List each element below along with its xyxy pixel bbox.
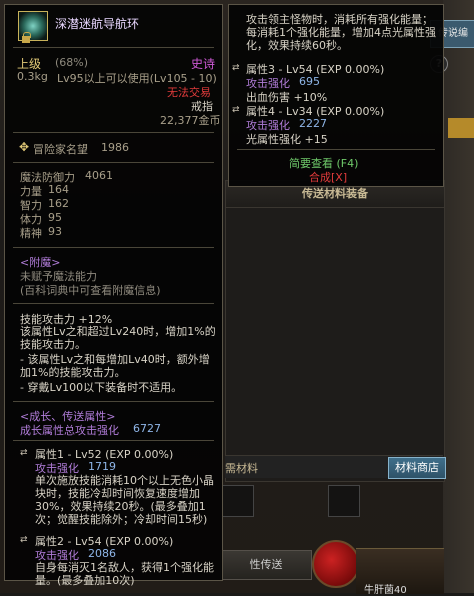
divider [13, 47, 214, 48]
divider [13, 303, 214, 304]
divider [13, 247, 214, 248]
skill-desc-extra: - 该属性Lv之和每增加Lv40时，额外增加1%的技能攻击力。 [20, 353, 210, 379]
transfer-arrow-icon: ⇄ [20, 535, 28, 545]
medal-icon: ✥ [19, 140, 30, 154]
item-name: 深潜迷航导航环 [55, 17, 140, 31]
attr4-atk-value: 2227 [299, 117, 327, 130]
weight: 0.3kg [17, 70, 48, 83]
stat-value: 93 [48, 225, 62, 238]
hp-orb [312, 540, 360, 588]
stat-value: 162 [48, 197, 69, 210]
attr1-desc: 单次施放技能消耗10个以上无色小晶块时，技能冷却时间恢复速度增加30%，效果持续… [35, 474, 214, 526]
item-tooltip-continued: 攻击领主怪物时，消耗所有强化能量；每消耗1个强化能量，增加4点光属性强化，效果持… [228, 4, 444, 187]
enchant-hint: (百科词典中可查看附魔信息) [20, 284, 161, 297]
item-price: 22,377金币 [160, 114, 221, 127]
reputation-label: 冒险家名望 [33, 143, 88, 156]
material-slot[interactable] [328, 485, 360, 517]
grade-pct: (68%) [55, 56, 89, 69]
attr2-desc: 自身每消灭1名敌人，获得1个强化能量。(最多叠加10次) [35, 561, 214, 587]
transfer-button[interactable]: 性传送 [220, 550, 312, 580]
materials-label: 需材料 [225, 462, 258, 475]
lock-icon-body [22, 36, 30, 43]
material-slot[interactable] [222, 485, 254, 517]
divider [13, 132, 214, 133]
transfer-panel: 传送材料装备 [225, 180, 445, 482]
attr2-atk-value: 2086 [88, 547, 116, 560]
transfer-arrow-icon: ⇄ [232, 63, 240, 73]
stat-value: 95 [48, 211, 62, 224]
compose-button[interactable]: 合成[X] [309, 169, 347, 185]
side-highlight [448, 118, 474, 138]
growth-total-label: 成长属性总攻击强化 [20, 424, 119, 437]
divider [13, 162, 214, 163]
attr3-atk-value: 695 [299, 75, 320, 88]
stat-value: 4061 [85, 169, 113, 182]
materials-shop-button[interactable]: 材料商店 [388, 457, 446, 479]
transfer-arrow-icon: ⇄ [20, 448, 28, 458]
skill-desc: 该属性Lv之和超过Lv240时，增加1%的技能攻击力。 [20, 325, 216, 351]
attr4-effect: 光属性强化 +15 [246, 133, 328, 146]
stat-label: 精神 [20, 227, 42, 240]
divider [237, 149, 435, 150]
growth-total-value: 6727 [133, 422, 161, 435]
reputation-value: 1986 [101, 141, 129, 154]
item-tooltip: 深潜迷航导航环 上级 (68%) 史诗 0.3kg Lv95以上可以使用(Lv1… [4, 4, 223, 587]
attr2-desc-continued: 攻击领主怪物时，消耗所有强化能量；每消耗1个强化能量，增加4点光属性强化，效果持… [246, 13, 436, 52]
right-sidebar [443, 0, 474, 593]
divider [13, 401, 214, 402]
attr1-atk-value: 1719 [88, 460, 116, 473]
stat-value: 164 [48, 183, 69, 196]
skill-restriction: - 穿戴Lv100以下装备时不适用。 [20, 381, 183, 394]
hud-label: 牛肝菌40 [364, 585, 407, 596]
transfer-arrow-icon: ⇄ [232, 105, 240, 115]
hud-bar: 牛肝菌40 [356, 548, 444, 596]
divider [13, 440, 214, 441]
